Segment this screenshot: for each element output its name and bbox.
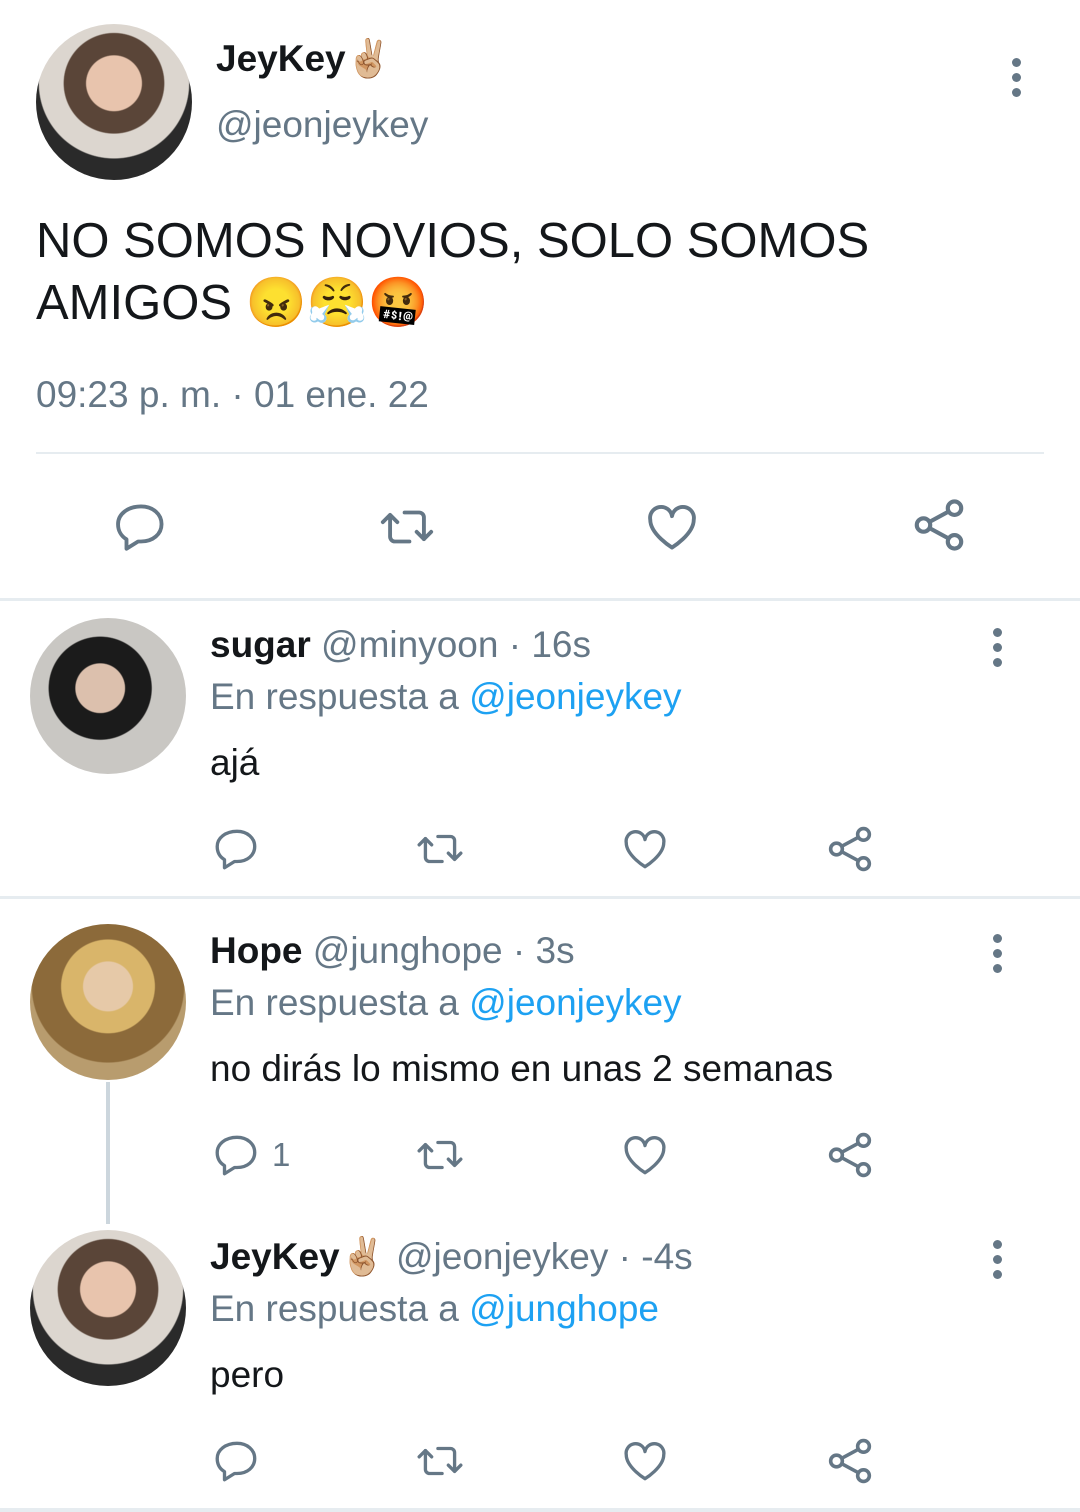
retweet-icon[interactable] xyxy=(376,498,438,556)
reply-context: En respuesta a @jeonjeykey xyxy=(210,982,682,1023)
avatar[interactable] xyxy=(30,1230,186,1386)
share-icon[interactable] xyxy=(908,494,970,556)
divider xyxy=(0,1508,1080,1512)
divider xyxy=(0,598,1080,601)
heart-icon[interactable] xyxy=(620,1130,670,1180)
display-name[interactable]: JeyKey✌🏼 xyxy=(210,1236,386,1277)
time[interactable]: · 16s xyxy=(509,624,591,665)
more-vertical-icon[interactable] xyxy=(993,628,1005,673)
more-vertical-icon[interactable] xyxy=(993,1240,1005,1285)
timestamp[interactable]: 09:23 p. m. · 01 ene. 22 xyxy=(36,374,429,416)
reply-text: ajá xyxy=(210,742,260,783)
cursing-face-emoji: 🤬 xyxy=(367,276,429,330)
steam-nose-emoji: 😤 xyxy=(306,276,368,330)
display-name[interactable]: JeyKey✌🏼 xyxy=(216,38,392,81)
reply-icon[interactable] xyxy=(212,1130,262,1180)
share-icon[interactable] xyxy=(823,1128,877,1182)
reply-count: 1 xyxy=(272,1136,291,1173)
victory-hand-emoji: ✌🏼 xyxy=(345,38,392,79)
divider xyxy=(36,452,1044,454)
avatar[interactable] xyxy=(36,24,192,180)
time[interactable]: · -4s xyxy=(619,1236,693,1277)
reply-context: En respuesta a @junghope xyxy=(210,1288,659,1329)
victory-hand-emoji: ✌🏼 xyxy=(339,1236,386,1277)
mention-link[interactable]: @jeonjeykey xyxy=(469,676,681,717)
avatar[interactable] xyxy=(30,924,186,1080)
handle[interactable]: @jeonjeykey xyxy=(396,1236,608,1277)
avatar[interactable] xyxy=(30,618,186,774)
time[interactable]: · 3s xyxy=(513,930,575,971)
more-vertical-icon[interactable] xyxy=(993,934,1005,979)
angry-face-emoji: 😠 xyxy=(245,276,307,330)
mention-link[interactable]: @junghope xyxy=(469,1288,659,1329)
heart-icon[interactable] xyxy=(643,498,701,556)
retweet-icon[interactable] xyxy=(412,1130,468,1180)
share-icon[interactable] xyxy=(823,1434,877,1488)
reply-text: pero xyxy=(210,1354,285,1395)
thread-line xyxy=(106,1082,110,1224)
heart-icon[interactable] xyxy=(620,1436,670,1486)
reply-icon[interactable] xyxy=(212,1436,262,1486)
retweet-icon[interactable] xyxy=(412,824,468,874)
display-name[interactable]: Hope xyxy=(210,930,303,971)
handle[interactable]: @minyoon xyxy=(321,624,498,665)
mention-link[interactable]: @jeonjeykey xyxy=(469,982,681,1023)
handle[interactable]: @jeonjeykey xyxy=(216,104,428,146)
heart-icon[interactable] xyxy=(620,824,670,874)
reply-context: En respuesta a @jeonjeykey xyxy=(210,676,682,717)
reply-icon[interactable] xyxy=(212,824,262,874)
handle[interactable]: @junghope xyxy=(313,930,503,971)
more-vertical-icon[interactable] xyxy=(1012,58,1024,103)
reply-icon[interactable] xyxy=(112,498,170,556)
share-icon[interactable] xyxy=(823,822,877,876)
tweet-text: NO SOMOS NOVIOS, SOLO SOMOS AMIGOS 😠😤🤬 xyxy=(36,214,870,330)
reply-text: no dirás lo mismo en unas 2 semanas xyxy=(210,1048,834,1089)
retweet-icon[interactable] xyxy=(412,1436,468,1486)
display-name[interactable]: sugar xyxy=(210,624,311,665)
divider xyxy=(0,896,1080,899)
